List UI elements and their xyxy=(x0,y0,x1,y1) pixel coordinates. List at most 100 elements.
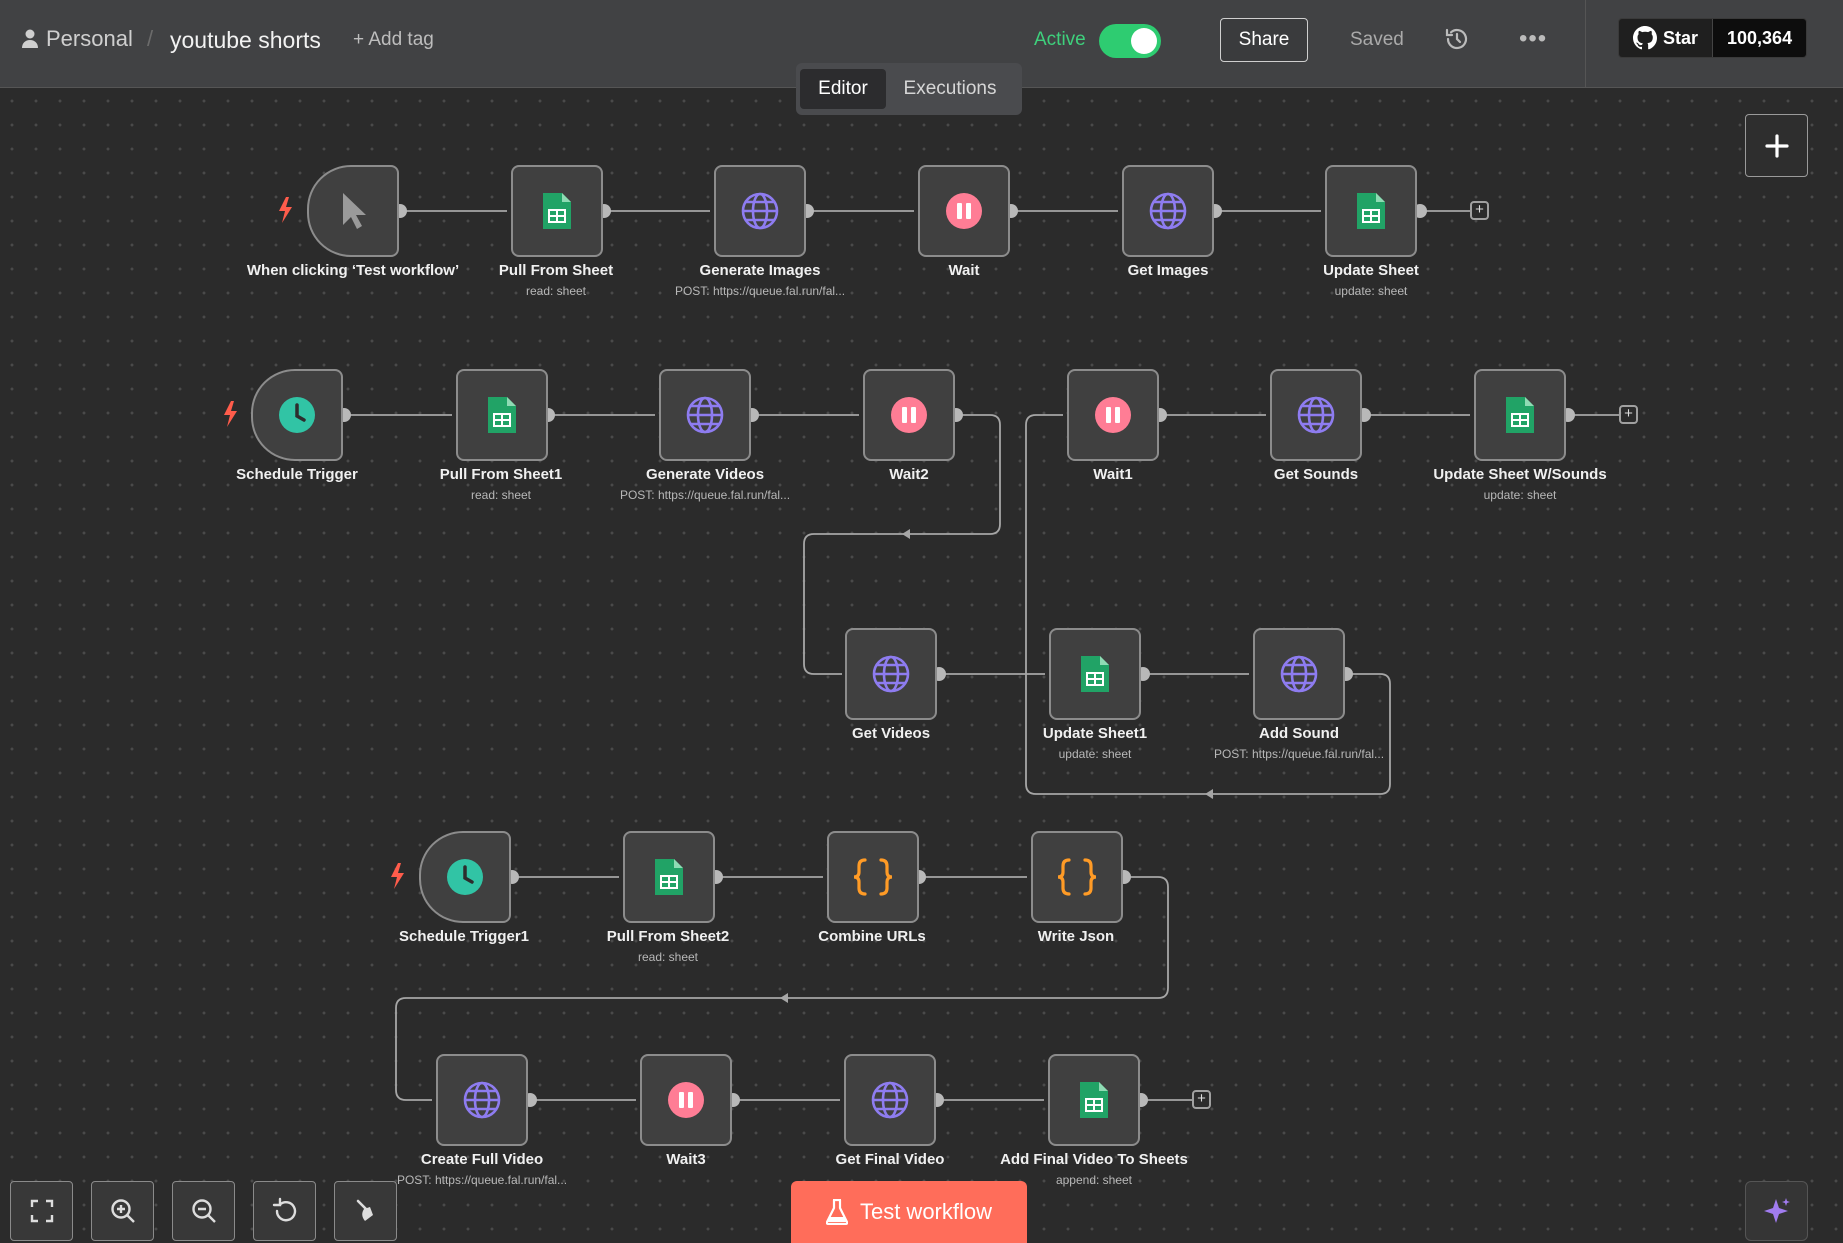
node-label: Update Sheet xyxy=(1323,262,1419,279)
braces-icon xyxy=(853,858,893,896)
node-get-final-video[interactable] xyxy=(844,1054,936,1146)
toggle-knob xyxy=(1131,28,1157,54)
fit-view-button[interactable] xyxy=(10,1181,73,1241)
sheets-icon xyxy=(1081,656,1109,692)
node-wait[interactable] xyxy=(918,165,1010,257)
view-tabs: Editor Executions xyxy=(796,63,1022,115)
add-tag-button[interactable]: + Add tag xyxy=(353,29,434,51)
saved-status: Saved xyxy=(1350,29,1404,50)
github-star-widget[interactable]: Star 100,364 xyxy=(1618,18,1808,58)
pause-icon xyxy=(1095,397,1131,433)
github-star-count: 100,364 xyxy=(1712,19,1807,57)
workflow-name[interactable]: youtube shorts xyxy=(170,27,321,54)
node-label: Add Final Video To Sheets xyxy=(1000,1151,1188,1168)
sheets-icon xyxy=(543,193,571,229)
tidy-up-button[interactable] xyxy=(334,1181,397,1241)
history-icon[interactable] xyxy=(1444,26,1470,52)
workflow-canvas[interactable]: When clicking ‘Test workflow’ Pull From … xyxy=(0,89,1843,1234)
add-node-fab[interactable] xyxy=(1745,114,1808,177)
share-button[interactable]: Share xyxy=(1220,18,1308,62)
node-label: Get Videos xyxy=(851,725,931,742)
globe-icon xyxy=(871,1081,909,1119)
globe-icon xyxy=(872,655,910,693)
trigger-bolt-icon xyxy=(224,401,237,427)
node-wait3[interactable] xyxy=(640,1054,732,1146)
node-label: Get Sounds xyxy=(1273,466,1359,483)
globe-icon xyxy=(1280,655,1318,693)
node-label: Schedule Trigger xyxy=(236,466,358,483)
node-label: Wait3 xyxy=(666,1151,706,1168)
node-get-sounds[interactable] xyxy=(1270,369,1362,461)
test-workflow-label: Test workflow xyxy=(859,1199,993,1224)
more-options-button[interactable]: ••• xyxy=(1519,25,1547,53)
globe-icon xyxy=(463,1081,501,1119)
node-pull-from-sheet2[interactable] xyxy=(623,831,715,923)
github-star-button[interactable]: Star xyxy=(1619,19,1713,57)
node-get-videos[interactable] xyxy=(845,628,937,720)
node-pull-from-sheet[interactable] xyxy=(511,165,603,257)
active-toggle[interactable] xyxy=(1099,24,1161,58)
trigger-bolt-icon xyxy=(391,863,404,889)
breadcrumb-separator: / xyxy=(147,26,154,51)
sheets-icon xyxy=(1080,1082,1108,1118)
node-label: Add Sound xyxy=(1259,725,1339,742)
node-wait1[interactable] xyxy=(1067,369,1159,461)
fullscreen-icon xyxy=(30,1199,53,1223)
clock-icon xyxy=(447,859,483,895)
breadcrumb-personal[interactable]: Personal xyxy=(22,26,133,52)
github-star-label: Star xyxy=(1663,27,1699,48)
node-label: Get Images xyxy=(1127,262,1209,279)
reset-zoom-button[interactable] xyxy=(253,1181,316,1241)
node-write-json[interactable] xyxy=(1031,831,1123,923)
breadcrumb-personal-label: Personal xyxy=(46,26,133,51)
node-update-sheet-sounds[interactable] xyxy=(1474,369,1566,461)
node-add-sound[interactable] xyxy=(1253,628,1345,720)
node-label: Wait1 xyxy=(1093,466,1133,483)
node-label: Write Json xyxy=(1037,928,1115,945)
node-label: Wait2 xyxy=(889,466,929,483)
braces-icon xyxy=(1057,858,1097,896)
node-wait2[interactable] xyxy=(863,369,955,461)
zoom-in-button[interactable] xyxy=(91,1181,154,1241)
node-update-sheet1[interactable] xyxy=(1049,628,1141,720)
sheets-icon xyxy=(1506,397,1534,433)
add-node-button[interactable]: + xyxy=(1619,405,1638,424)
node-combine-urls[interactable] xyxy=(827,831,919,923)
pause-icon xyxy=(891,397,927,433)
add-node-button[interactable]: + xyxy=(1192,1090,1211,1109)
pause-icon xyxy=(946,193,982,229)
node-label: Generate Videos xyxy=(645,466,765,483)
node-pull-from-sheet1[interactable] xyxy=(456,369,548,461)
user-icon xyxy=(22,29,38,48)
active-label: Active xyxy=(1034,29,1086,50)
node-subtitle: read: sheet xyxy=(470,488,532,502)
node-generate-images[interactable] xyxy=(714,165,806,257)
node-label: Create Full Video xyxy=(420,1151,544,1168)
node-subtitle: update: sheet xyxy=(1483,488,1557,502)
node-label: Update Sheet W/Sounds xyxy=(1433,466,1607,483)
trigger-bolt-icon xyxy=(279,197,292,223)
divider xyxy=(1585,0,1586,88)
node-create-full-video[interactable] xyxy=(436,1054,528,1146)
zoom-out-button[interactable] xyxy=(172,1181,235,1241)
node-label: Combine URLs xyxy=(818,928,926,945)
node-generate-videos[interactable] xyxy=(659,369,751,461)
tab-editor[interactable]: Editor xyxy=(800,69,886,109)
node-label: Update Sheet1 xyxy=(1042,725,1148,742)
clock-icon xyxy=(279,397,315,433)
node-schedule-trigger[interactable] xyxy=(251,369,343,461)
node-get-images[interactable] xyxy=(1122,165,1214,257)
node-schedule-trigger1[interactable] xyxy=(419,831,511,923)
node-label: Pull From Sheet2 xyxy=(606,928,730,945)
node-update-sheet[interactable] xyxy=(1325,165,1417,257)
ai-assistant-button[interactable] xyxy=(1745,1181,1808,1241)
node-subtitle: POST: https://queue.fal.run/fal... xyxy=(396,1173,568,1187)
node-label: Schedule Trigger1 xyxy=(398,928,530,945)
node-label: Pull From Sheet xyxy=(498,262,614,279)
pause-icon xyxy=(668,1082,704,1118)
node-add-final-video[interactable] xyxy=(1048,1054,1140,1146)
node-manual-trigger[interactable] xyxy=(307,165,399,257)
zoom-in-icon xyxy=(110,1199,135,1223)
add-node-button[interactable]: + xyxy=(1470,201,1489,220)
tab-executions[interactable]: Executions xyxy=(886,69,1014,109)
